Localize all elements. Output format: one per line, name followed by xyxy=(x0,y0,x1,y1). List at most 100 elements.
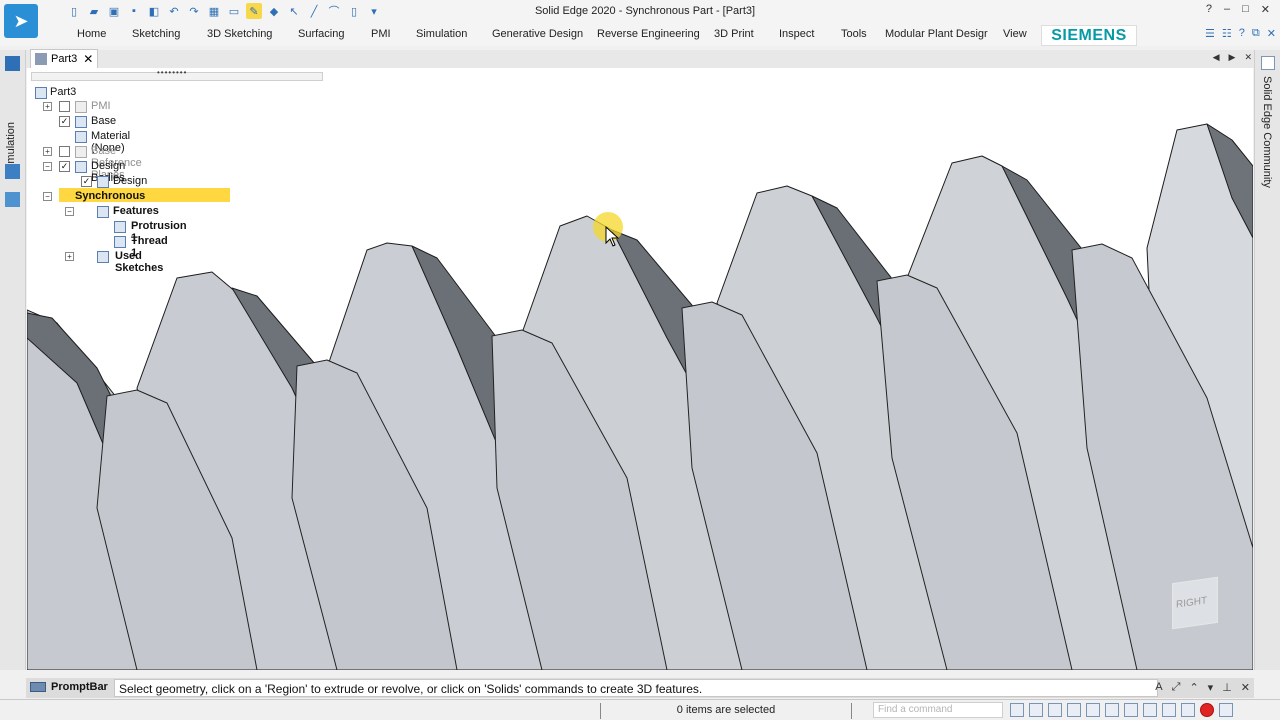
tree-item-features[interactable]: Features xyxy=(113,205,159,217)
document-nav: ◀ ▶ ✕ xyxy=(1213,52,1252,63)
sketches-icon xyxy=(97,251,109,263)
tree-root-part3[interactable]: Part3 xyxy=(50,86,76,98)
window-controls: ? – □ ✕ xyxy=(1206,3,1270,16)
design-bodies-checkbox[interactable]: ✓ xyxy=(59,161,70,172)
expand-pmi-icon[interactable]: + xyxy=(43,102,52,111)
design-body-1-checkbox[interactable]: ✓ xyxy=(81,176,92,187)
pathfinder-icon[interactable] xyxy=(5,56,20,71)
prompt-bar-controls: A ⤢ ⌃ ▾ ⊥ ✕ xyxy=(1155,681,1250,694)
go-arrow-icon[interactable] xyxy=(1010,703,1024,717)
font-size-icon[interactable]: A xyxy=(1155,681,1162,694)
pathfinder-resize-bar[interactable]: •••••••• xyxy=(31,68,323,81)
restore-icon[interactable]: ⧉ xyxy=(1252,27,1260,40)
tab-3d-sketching[interactable]: 3D Sketching xyxy=(207,28,272,40)
tab-sketching[interactable]: Sketching xyxy=(132,28,180,40)
find-command-input[interactable]: Find a command xyxy=(873,702,1003,718)
solid-edge-community-tab[interactable]: Solid Edge Community xyxy=(1261,76,1273,188)
tab-scroll-right-icon[interactable]: ▶ xyxy=(1229,52,1236,63)
expand-used-sketches-icon[interactable]: + xyxy=(65,252,74,261)
prompt-bar-title: PromptBar xyxy=(30,681,108,693)
community-icon[interactable] xyxy=(1261,56,1275,70)
record-icon[interactable] xyxy=(1200,703,1214,717)
tree-item-used-sketches[interactable]: Used Sketches xyxy=(115,250,163,274)
dropdown-icon[interactable]: ▾ xyxy=(1208,681,1214,694)
close-button[interactable]: ✕ xyxy=(1261,3,1270,16)
tab-pmi[interactable]: PMI xyxy=(371,28,391,40)
reference-planes-icon xyxy=(75,146,87,158)
rotate-icon[interactable] xyxy=(1105,703,1119,717)
close-doc-icon[interactable]: ✕ xyxy=(1267,27,1276,40)
pmi-icon xyxy=(75,101,87,113)
maximize-button[interactable]: □ xyxy=(1242,3,1249,16)
display-icon[interactable] xyxy=(1162,703,1176,717)
close-tab-icon[interactable]: ✕ xyxy=(83,52,93,66)
tab-tools[interactable]: Tools xyxy=(841,28,867,40)
siemens-logo: SIEMENS xyxy=(1041,25,1137,46)
tree-item-synchronous[interactable]: Synchronous xyxy=(75,190,145,202)
prompt-bar-label: PromptBar xyxy=(51,681,108,693)
features-icon xyxy=(97,206,109,218)
tab-generative-design[interactable]: Generative Design xyxy=(492,28,583,40)
title-bar: ▯ ▰ ▣ ▪ ◧ ↶ ↷ ▦ ▭ ✎ ◆ ↖ ╱ ⌒ ▯ ▾ Solid Ed… xyxy=(0,0,1280,24)
application-menu-icon[interactable]: ➤ xyxy=(4,4,38,38)
status-bar: 0 items are selected Find a command xyxy=(0,699,1280,720)
tab-reverse-engineering[interactable]: Reverse Engineering xyxy=(597,28,700,40)
protrusion-icon xyxy=(114,221,126,233)
help-icon[interactable]: ? xyxy=(1239,27,1245,40)
settings-icon[interactable] xyxy=(1219,703,1233,717)
tab-surfacing[interactable]: Surfacing xyxy=(298,28,344,40)
right-docking-bar: Solid Edge Community xyxy=(1254,50,1280,670)
zoom-area-icon[interactable] xyxy=(1029,703,1043,717)
tab-inspect[interactable]: Inspect xyxy=(779,28,814,40)
collapse-design-bodies-icon[interactable]: − xyxy=(43,162,52,171)
layers-icon[interactable] xyxy=(5,164,20,179)
part-icon xyxy=(35,53,47,65)
collapse-synchronous-icon[interactable]: − xyxy=(43,192,52,201)
tab-home[interactable]: Home xyxy=(77,28,106,40)
close-prompt-icon[interactable]: ✕ xyxy=(1241,681,1250,694)
document-tab-part3[interactable]: Part3 ✕ xyxy=(30,49,98,68)
base-checkbox[interactable]: ✓ xyxy=(59,116,70,127)
pan-icon[interactable] xyxy=(1086,703,1100,717)
tab-3d-print[interactable]: 3D Print xyxy=(714,28,754,40)
tab-scroll-left-icon[interactable]: ◀ xyxy=(1213,52,1220,63)
collapse-features-icon[interactable]: − xyxy=(65,207,74,216)
material-icon xyxy=(75,131,87,143)
prompt-message: Select geometry, click on a 'Region' to … xyxy=(114,679,1158,697)
view-orientation-cube[interactable]: RIGHT xyxy=(1172,576,1218,630)
zoom-icon[interactable] xyxy=(1048,703,1062,717)
ribbon-options-icon[interactable]: ☰ xyxy=(1205,27,1215,40)
tab-modular-plant-design[interactable]: Modular Plant Desigr xyxy=(885,28,988,40)
base-icon xyxy=(75,116,87,128)
pmi-checkbox[interactable] xyxy=(59,101,70,112)
tree-item-pmi[interactable]: PMI xyxy=(91,100,111,112)
left-docking-bar: Simulation xyxy=(0,50,26,670)
part-icon xyxy=(35,87,47,99)
fit-icon[interactable] xyxy=(1067,703,1081,717)
document-tab-label: Part3 xyxy=(51,53,78,65)
tab-simulation[interactable]: Simulation xyxy=(416,28,467,40)
reference-planes-checkbox[interactable] xyxy=(59,146,70,157)
expand-reference-planes-icon[interactable]: + xyxy=(43,147,52,156)
minimize-button[interactable]: – xyxy=(1224,3,1230,16)
ribbon-right-controls: ☰ ☷ ? ⧉ ✕ xyxy=(1205,27,1276,40)
sketch-view-icon[interactable] xyxy=(1124,703,1138,717)
assembly-icon[interactable] xyxy=(5,192,20,207)
design-bodies-icon xyxy=(75,161,87,173)
tab-view[interactable]: View xyxy=(1003,28,1027,40)
prompt-bar-icon xyxy=(30,682,46,692)
pin-icon[interactable]: ⊥ xyxy=(1222,681,1232,694)
design-body-icon xyxy=(97,176,109,188)
view-tools xyxy=(1010,703,1233,717)
ribbon-layout-icon[interactable]: ☷ xyxy=(1222,27,1232,40)
mouse-cursor-icon xyxy=(605,226,620,247)
graphics-viewport[interactable]: •••••••• Part3 + PMI ✓ Base Material (No… xyxy=(27,68,1253,670)
collapse-up-icon[interactable]: ⌃ xyxy=(1189,681,1198,694)
shading-icon[interactable] xyxy=(1143,703,1157,717)
window-title: Solid Edge 2020 - Synchronous Part - [Pa… xyxy=(534,5,756,17)
tree-item-base[interactable]: Base xyxy=(91,115,116,127)
expand-icon[interactable]: ⤢ xyxy=(1172,681,1181,694)
close-all-tabs-icon[interactable]: ✕ xyxy=(1244,52,1252,63)
help-button[interactable]: ? xyxy=(1206,3,1212,16)
view-orient-icon[interactable] xyxy=(1181,703,1195,717)
